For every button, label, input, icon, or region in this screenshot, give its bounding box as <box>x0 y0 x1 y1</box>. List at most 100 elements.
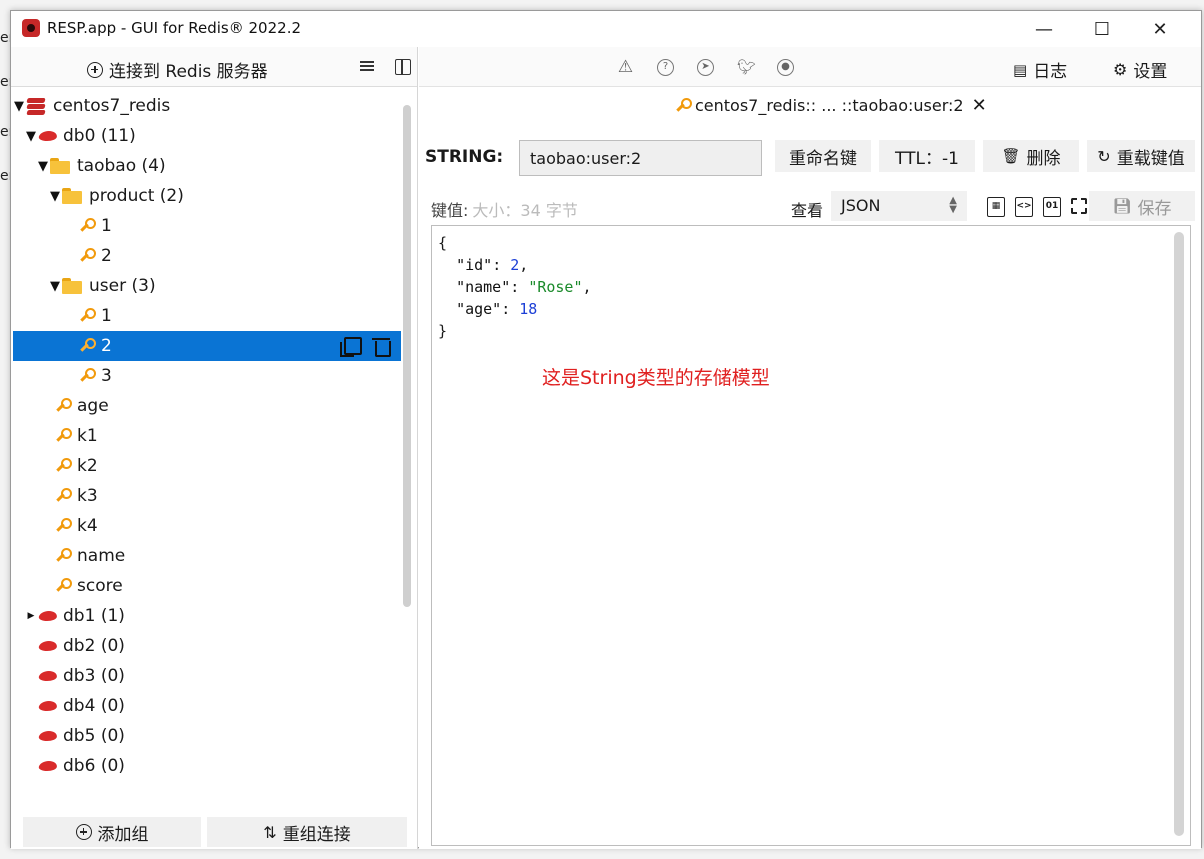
telegram-icon[interactable]: ➤ <box>697 59 714 76</box>
redis-app-icon <box>22 19 40 37</box>
delete-label: 删除 <box>1026 148 1061 169</box>
reload-icon: ↻ <box>1097 146 1111 166</box>
key-icon <box>77 307 96 325</box>
split-view-icon[interactable] <box>395 59 411 75</box>
db-count: (0) <box>100 636 125 656</box>
tree-db2[interactable]: db2 (0) <box>13 631 401 661</box>
expand-arrow-icon[interactable]: ▼ <box>25 129 37 144</box>
close-window-button[interactable]: ✕ <box>1131 11 1189 47</box>
expand-arrow-icon[interactable]: ▼ <box>49 189 61 204</box>
log-icon: ▤ <box>1013 60 1028 79</box>
key-tree: ▼ centos7_redis ▼ db0 (11) ▼ taobao (4) <box>13 91 401 781</box>
tab-bar: centos7_redis:: ... ::taobao:user:2 ✕ <box>419 87 1201 127</box>
delete-key-icon[interactable] <box>371 335 393 357</box>
tree-db1[interactable]: ▶ db1 (1) <box>13 601 401 631</box>
expand-arrow-icon[interactable]: ▼ <box>49 279 61 294</box>
tree-folder-user[interactable]: ▼ user (3) <box>13 271 401 301</box>
key-name: k1 <box>77 426 98 446</box>
database-icon <box>37 669 59 683</box>
open-brace: { <box>438 234 448 252</box>
tree-key[interactable]: 3 <box>13 361 401 391</box>
reorg-label: 重组连接 <box>282 824 351 845</box>
database-icon <box>37 129 59 143</box>
list-view-icon[interactable] <box>359 59 375 75</box>
view-label: 查看 <box>791 201 824 220</box>
json-key: "name" <box>456 278 511 296</box>
connect-label: 连接到 Redis 服务器 <box>109 62 268 82</box>
key-icon <box>53 547 72 565</box>
tree-key[interactable]: k1 <box>13 421 401 451</box>
tree-folder-product[interactable]: ▼ product (2) <box>13 181 401 211</box>
tree-key[interactable]: name <box>13 541 401 571</box>
database-icon <box>37 699 59 713</box>
tab-key[interactable]: centos7_redis:: ... ::taobao:user:2 ✕ <box>673 95 987 116</box>
tree-db3[interactable]: db3 (0) <box>13 661 401 691</box>
settings-label: 设置 <box>1133 62 1168 82</box>
add-group-button[interactable]: 添加组 <box>23 817 201 847</box>
help-icon[interactable]: ? <box>657 59 674 76</box>
reorganize-connections-button[interactable]: ⇅ 重组连接 <box>207 817 407 847</box>
maximize-button[interactable]: ☐ <box>1073 11 1131 47</box>
db-count: (0) <box>100 726 125 746</box>
folder-icon <box>49 158 71 174</box>
delete-button[interactable]: 🗑︎ 删除 <box>983 140 1079 172</box>
binary-file-icon[interactable]: 01 <box>1043 197 1061 217</box>
tree-key[interactable]: 1 <box>13 301 401 331</box>
key-detail-panel: ⚠ ? ➤ 🐦︎ ● ▤ 日志 ⚙ 设置 centos7_redis:: ...… <box>419 47 1201 849</box>
tree-db5[interactable]: db5 (0) <box>13 721 401 751</box>
tree-db4[interactable]: db4 (0) <box>13 691 401 721</box>
tree-db0[interactable]: ▼ db0 (11) <box>13 121 401 151</box>
app-window: RESP.app - GUI for Redis® 2022.2 — ☐ ✕ 连… <box>10 10 1202 849</box>
tree-db6[interactable]: db6 (0) <box>13 751 401 781</box>
key-name: name <box>77 546 126 566</box>
json-code: { "id": 2, "name": "Rose", "age": 18 } <box>438 234 592 340</box>
db-count: (0) <box>100 756 125 776</box>
save-icon: 💾︎ <box>1112 197 1132 215</box>
settings-button[interactable]: ⚙ 设置 <box>1113 57 1167 82</box>
tree-key[interactable]: k4 <box>13 511 401 541</box>
row-actions <box>339 335 393 357</box>
tree-key[interactable]: 1 <box>13 211 401 241</box>
copy-key-icon[interactable] <box>339 335 362 357</box>
value-editor[interactable]: { "id": 2, "name": "Rose", "age": 18 } 这… <box>431 225 1191 846</box>
tree-connection[interactable]: ▼ centos7_redis <box>13 91 401 121</box>
log-button[interactable]: ▤ 日志 <box>1013 57 1067 83</box>
github-icon[interactable]: ● <box>777 59 794 76</box>
tree-key[interactable]: score <box>13 571 401 601</box>
ttl-label: TTL：-1 <box>895 148 959 169</box>
connection-name: centos7_redis <box>53 96 171 116</box>
tree-key-selected[interactable]: 2 <box>13 331 401 361</box>
collapsed-arrow-icon[interactable]: ▶ <box>25 611 37 621</box>
tree-key[interactable]: age <box>13 391 401 421</box>
expand-arrow-icon[interactable]: ▼ <box>13 99 25 114</box>
close-tab-icon[interactable]: ✕ <box>972 95 987 116</box>
value-size: 大小：34 字节 <box>472 201 578 220</box>
swap-arrows-icon: ⇅ <box>263 822 277 842</box>
top-toolbar: ⚠ ? ➤ 🐦︎ ● ▤ 日志 ⚙ 设置 <box>419 47 1201 87</box>
twitter-icon[interactable]: 🐦︎ <box>737 59 756 76</box>
reload-button[interactable]: ↻ 重载键值 <box>1087 140 1195 172</box>
tree-scrollbar[interactable] <box>403 105 411 607</box>
tree-key[interactable]: 2 <box>13 241 401 271</box>
fullscreen-icon[interactable] <box>1071 198 1087 214</box>
db-count: (0) <box>100 696 125 716</box>
expand-arrow-icon[interactable]: ▼ <box>37 159 49 174</box>
code-file-icon[interactable]: <> <box>1015 197 1033 217</box>
connect-redis-button[interactable]: 连接到 Redis 服务器 <box>87 57 268 82</box>
ttl-button[interactable]: TTL：-1 <box>879 140 975 172</box>
key-name-field[interactable]: taobao:user:2 <box>519 140 762 176</box>
tree-folder-taobao[interactable]: ▼ taobao (4) <box>13 151 401 181</box>
view-format-select[interactable]: JSON ▲ ▼ <box>831 191 967 221</box>
tree-key[interactable]: k2 <box>13 451 401 481</box>
folder-icon <box>61 278 83 294</box>
tree-key[interactable]: k3 <box>13 481 401 511</box>
key-name: 2 <box>101 336 112 356</box>
json-number: 18 <box>519 300 538 318</box>
rename-key-button[interactable]: 重命名键 <box>775 140 871 172</box>
save-button[interactable]: 💾︎ 保存 <box>1089 191 1195 221</box>
editor-scrollbar[interactable] <box>1174 232 1184 836</box>
key-icon <box>77 367 96 385</box>
warning-icon[interactable]: ⚠ <box>617 59 634 76</box>
minimize-button[interactable]: — <box>1015 11 1073 47</box>
clipboard-icon[interactable]: ▦ <box>987 197 1005 217</box>
